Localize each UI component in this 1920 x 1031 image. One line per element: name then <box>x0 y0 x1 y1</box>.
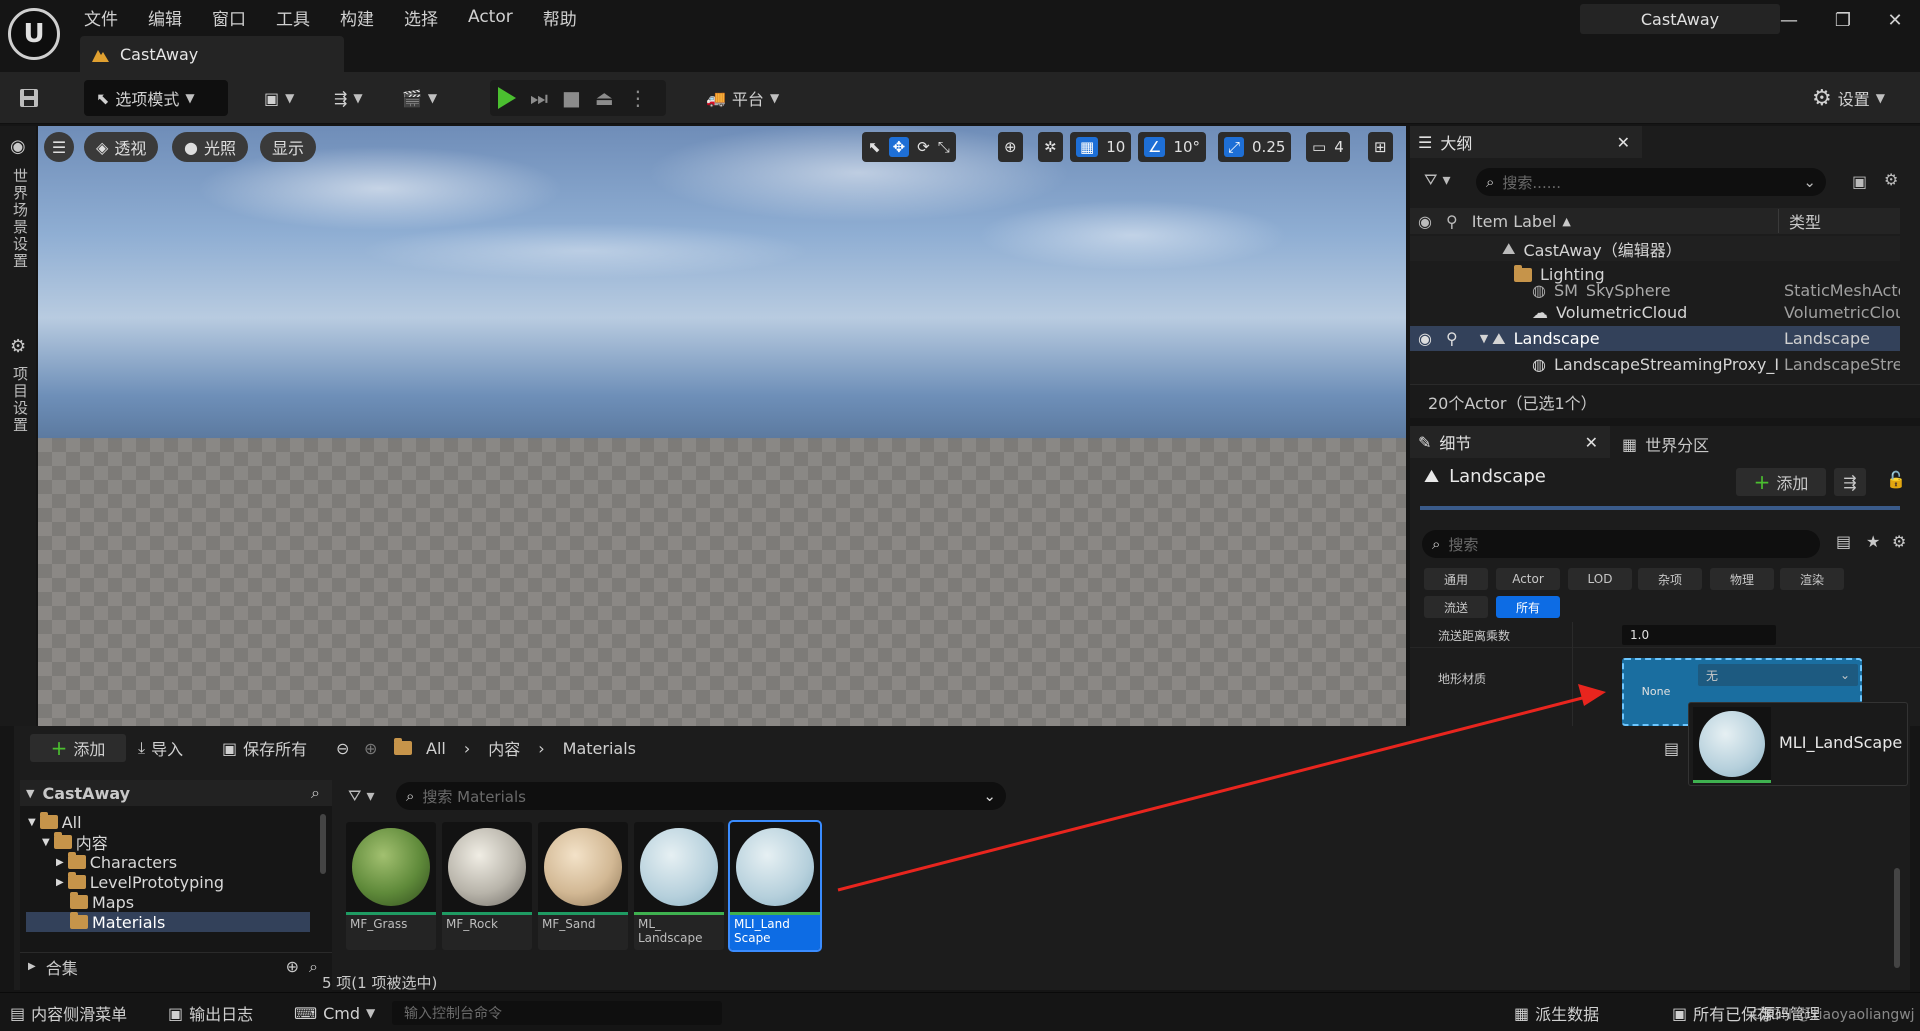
annotation-arrow <box>837 684 1606 892</box>
